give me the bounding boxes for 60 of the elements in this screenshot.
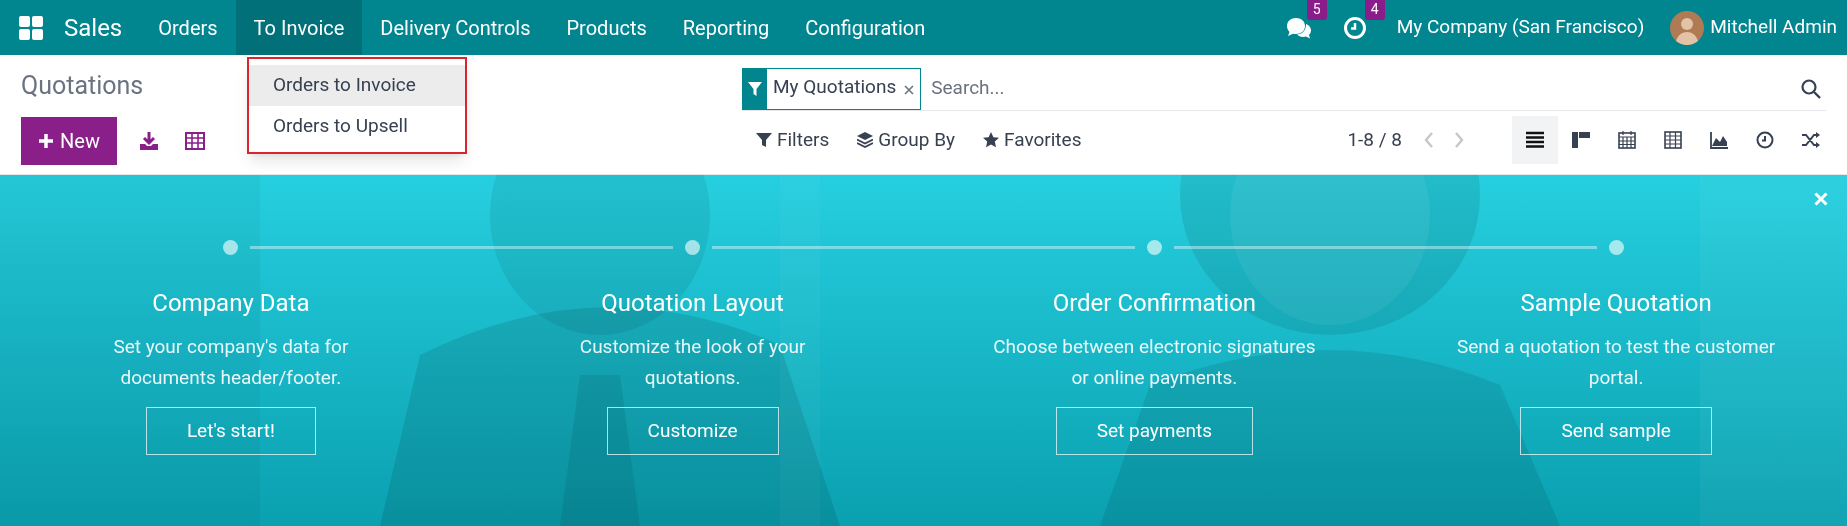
pivot-table-icon [1663,130,1683,150]
page-title: Quotations [21,70,144,102]
step-description: Choose between electronic signatures or online payments. [993,334,1316,391]
area-chart-icon [1709,130,1729,150]
table-icon [185,132,205,150]
dropdown-item[interactable]: Orders to Upsell [249,105,465,146]
menu-item[interactable]: To Invoice [235,0,363,55]
step-description: Set your company's data for documents header/footer. [113,334,349,391]
clock-icon [1755,130,1775,150]
step-button[interactable]: Let's start! [145,407,316,455]
plus-icon [38,133,55,149]
search-facet[interactable]: My Quotations [742,67,922,110]
step-title: Order Confirmation [1052,288,1257,319]
menu-item[interactable]: Delivery Controls [362,0,549,55]
step-button[interactable]: Customize [606,407,779,455]
shuffle-icon [1801,130,1821,150]
chevron-right-icon [1453,131,1465,149]
clock-icon [1342,15,1367,40]
chevron-left-icon [1423,131,1435,149]
star-icon [983,132,999,148]
menu-item[interactable]: Reporting [664,0,788,55]
search-option-button[interactable]: Favorites [983,125,1082,155]
step-title: Quotation Layout [601,288,784,319]
step-title: Company Data [152,288,310,319]
count-badge: 5 [1306,0,1327,20]
dropdown-item[interactable]: Orders to Invoice [249,65,465,106]
systray-button[interactable] [1342,15,1367,40]
menu-item[interactable]: Orders [140,0,236,55]
avatar-icon [1670,10,1705,45]
list-icon [1525,130,1545,150]
search-field[interactable]: Search... [931,74,1796,103]
menu-item[interactable]: Configuration [787,0,944,55]
user-menu[interactable]: Mitchell Admin [1670,10,1837,45]
step-description: Customize the look of your quotations. [579,334,806,391]
new-button[interactable]: New [21,117,117,165]
view-switch-button[interactable] [1512,116,1558,164]
kanban-icon [1571,130,1591,150]
step-description: Send a quotation to test the customer portal. [1457,334,1776,391]
chat-bubbles-icon [1284,15,1313,40]
search-option-button[interactable]: Filters [756,125,830,155]
apps-menu-button[interactable] [18,14,44,41]
calendar-icon [1617,130,1637,150]
filter-icon [748,81,762,96]
search-option-button[interactable]: Group By [857,125,955,155]
company-switcher[interactable]: My Company (San Francisco) [1396,13,1645,42]
menu-item[interactable]: Products [548,0,665,55]
close-icon [1814,192,1828,206]
pager-value: 1-8 / 8 [1347,126,1402,153]
count-badge: 4 [1364,0,1385,20]
download-icon [139,131,159,151]
search-icon [1801,78,1821,99]
layers-icon [857,132,874,148]
systray-button[interactable] [1284,15,1313,40]
grid-icon [18,14,44,41]
remove-icon [904,84,915,95]
step-title: Sample Quotation [1520,288,1712,319]
filter-icon [756,132,772,148]
step-button[interactable]: Send sample [1520,407,1712,455]
step-button[interactable]: Set payments [1055,407,1254,455]
app-name[interactable]: Sales [64,9,123,46]
